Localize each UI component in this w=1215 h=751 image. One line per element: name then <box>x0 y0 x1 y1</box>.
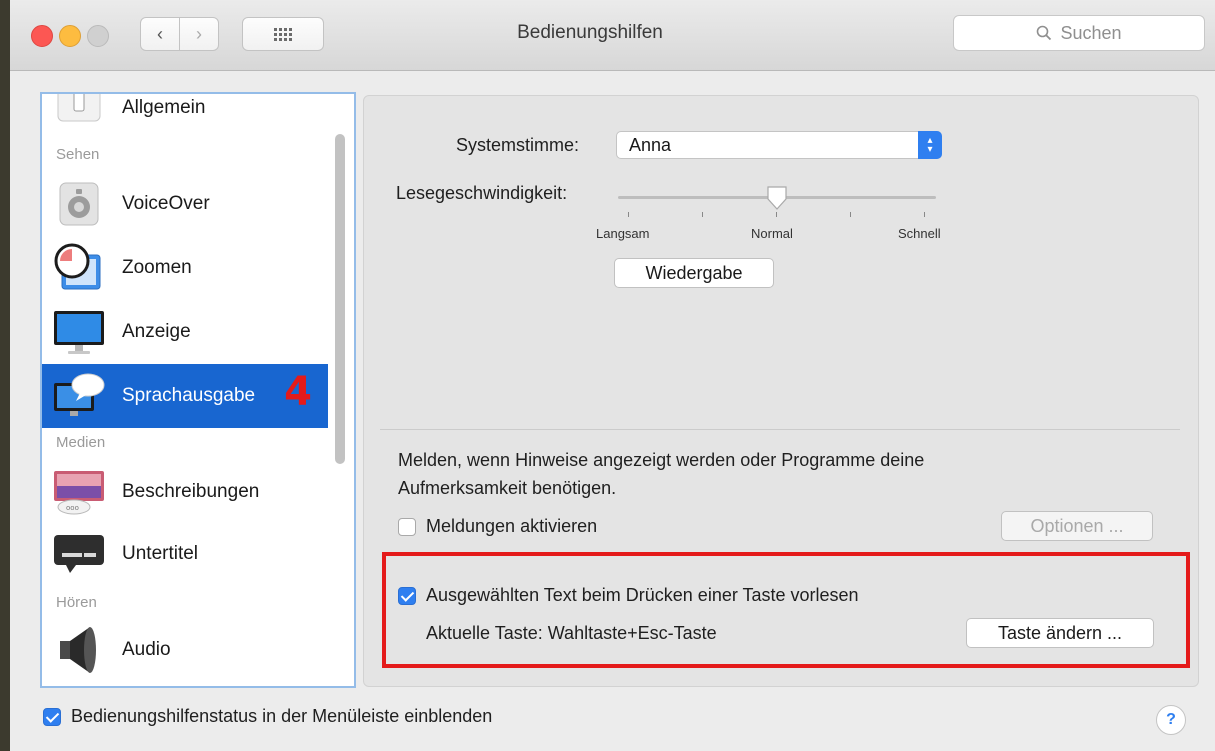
menubar-status-label: Bedienungshilfenstatus in der Menüleiste… <box>71 706 493 726</box>
enable-announcements-label: Meldungen aktivieren <box>426 516 598 536</box>
slider-tick <box>628 212 629 217</box>
speaker-icon <box>52 623 106 677</box>
sidebar-item-label: VoiceOver <box>122 193 210 214</box>
step-number-annotation: 4 <box>284 369 312 415</box>
title-bar: ‹ › Bedienungshilfen Suchen <box>10 0 1215 71</box>
section-divider <box>380 429 1180 430</box>
search-field[interactable]: Suchen <box>953 15 1205 51</box>
switch-icon <box>52 94 106 135</box>
slider-tick <box>850 212 851 217</box>
system-voice-popup[interactable]: Anna ▴ ▾ <box>616 131 942 159</box>
sidebar-item-label: Anzeige <box>122 321 191 342</box>
magnifier-icon <box>52 241 106 295</box>
grid-icon <box>274 27 292 41</box>
sidebar-item-voiceover[interactable]: VoiceOver <box>42 172 326 236</box>
window-title: Bedienungshilfen <box>517 22 663 43</box>
sidebar-section-medien: Medien <box>56 434 106 451</box>
sidebar-item-allgemein[interactable]: Allgemein <box>42 94 326 140</box>
sidebar-scrollbar[interactable] <box>335 134 345 464</box>
sidebar-section-sehen: Sehen <box>56 146 100 163</box>
slider-tick <box>776 212 777 217</box>
updown-arrows-icon: ▴ ▾ <box>918 131 942 159</box>
system-voice-label: Systemstimme: <box>456 135 580 155</box>
sidebar-item-label: Beschreibungen <box>122 481 260 502</box>
play-button[interactable]: Wiedergabe <box>614 258 774 288</box>
announcements-description-line2: Aufmerksamkeit benötigen. <box>398 478 617 498</box>
question-mark-icon: ? <box>1166 711 1176 728</box>
window-edge <box>0 0 10 751</box>
sidebar-item-audio[interactable]: Audio <box>42 618 326 682</box>
rate-slow-label: Langsam <box>596 226 650 241</box>
menubar-status-checkbox[interactable] <box>43 708 61 726</box>
minimize-window-button[interactable] <box>59 25 81 47</box>
announcements-description-line1: Melden, wenn Hinweise angezeigt werden o… <box>398 450 925 470</box>
system-preferences-window: ‹ › Bedienungshilfen Suchen Allgemein Se… <box>10 0 1215 751</box>
speaking-rate-label: Lesegeschwindigkeit: <box>396 183 568 203</box>
forward-button[interactable]: › <box>179 17 219 51</box>
svg-text:ooo: ooo <box>66 504 79 512</box>
sidebar-item-zoomen[interactable]: Zoomen <box>42 236 326 300</box>
show-all-button[interactable] <box>242 17 324 51</box>
chevron-left-icon: ‹ <box>157 23 163 44</box>
sidebar-item-label: Allgemein <box>122 97 206 118</box>
sidebar-section-hoeren: Hören <box>56 594 97 611</box>
sidebar-item-beschreibungen[interactable]: ooo Beschreibungen <box>42 460 326 524</box>
speech-bubble-icon <box>52 369 106 423</box>
highlight-annotation-box <box>382 552 1190 668</box>
sidebar-item-sprachausgabe[interactable]: Sprachausgabe 4 <box>42 364 328 428</box>
slider-tick <box>702 212 703 217</box>
sidebar-item-label: Zoomen <box>122 257 192 278</box>
back-button[interactable]: ‹ <box>140 17 180 51</box>
display-icon <box>52 305 106 359</box>
descriptions-icon: ooo <box>52 465 106 519</box>
rate-fast-label: Schnell <box>898 226 941 241</box>
close-window-button[interactable] <box>31 25 53 47</box>
speaking-rate-slider-knob[interactable] <box>766 185 788 211</box>
sidebar-item-label: Audio <box>122 639 171 660</box>
system-voice-value: Anna <box>629 134 672 155</box>
search-icon <box>1037 25 1052 41</box>
sidebar-item-untertitel[interactable]: Untertitel <box>42 522 326 586</box>
sidebar[interactable]: Allgemein Sehen VoiceOver Zoomen Anzeige… <box>40 92 356 688</box>
enable-announcements-checkbox[interactable] <box>398 518 416 536</box>
voiceover-icon <box>52 177 106 231</box>
rate-normal-label: Normal <box>751 226 793 241</box>
sidebar-item-anzeige[interactable]: Anzeige <box>42 300 326 364</box>
sidebar-item-label: Untertitel <box>122 543 199 564</box>
zoom-window-button[interactable] <box>87 25 109 47</box>
captions-icon <box>52 527 106 581</box>
options-button[interactable]: Optionen ... <box>1001 511 1153 541</box>
chevron-right-icon: › <box>196 23 202 44</box>
help-button[interactable]: ? <box>1156 705 1186 735</box>
search-placeholder: Suchen <box>1060 22 1122 43</box>
sidebar-item-label: Sprachausgabe <box>122 385 256 406</box>
slider-tick <box>924 212 925 217</box>
